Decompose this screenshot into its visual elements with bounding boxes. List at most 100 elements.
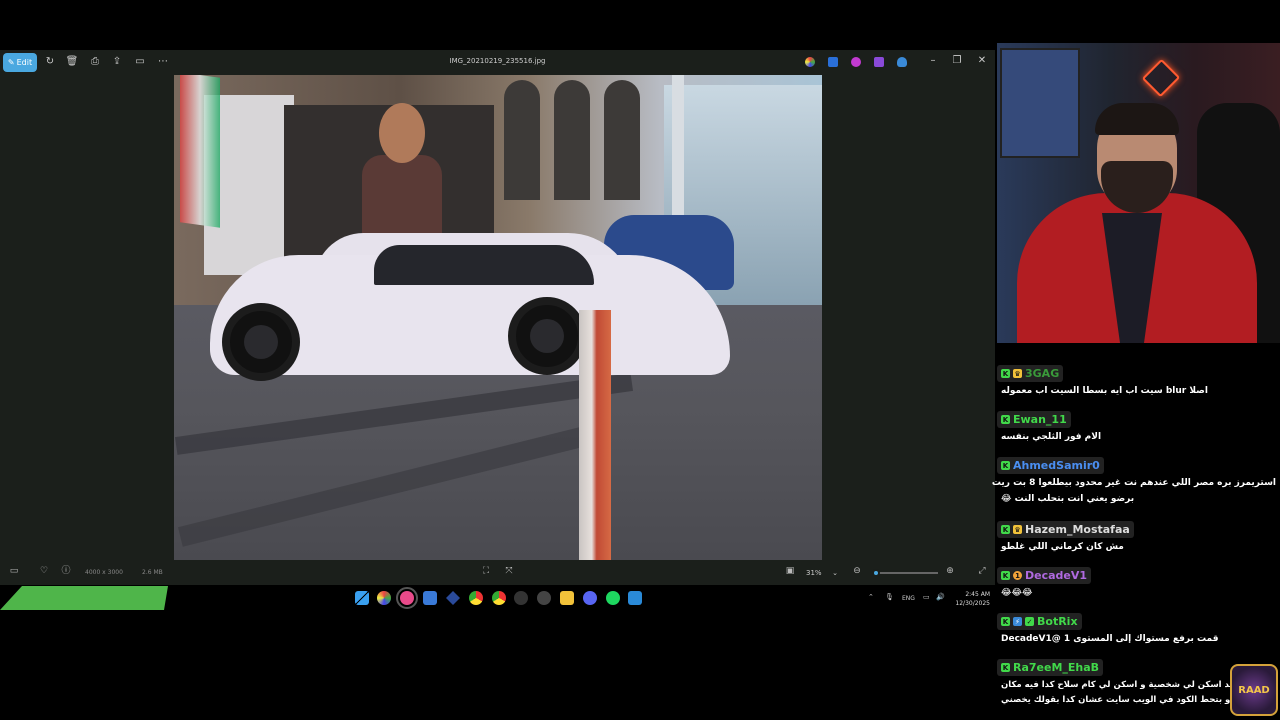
chat-text: استريمرز بره مصر اللي عندهم نت غير محدود… bbox=[991, 478, 1276, 488]
edit-button-label: Edit bbox=[16, 58, 33, 67]
more-options-icon[interactable]: ⋯ bbox=[157, 56, 169, 68]
zoom-dropdown[interactable]: 31% ⌄ bbox=[802, 566, 842, 580]
subscriber-badge-icon: ♛ bbox=[1013, 369, 1022, 378]
photo-rim bbox=[530, 319, 564, 353]
favorite-icon[interactable]: ♡ bbox=[38, 567, 50, 576]
green-overlay-bar bbox=[0, 586, 168, 610]
photo-poster-figure bbox=[362, 155, 442, 245]
kick-badge-icon: K bbox=[1001, 663, 1010, 672]
raad-logo: RAAD bbox=[1230, 664, 1278, 716]
chat-username[interactable]: 3GAG bbox=[1025, 367, 1059, 380]
aspect-icon[interactable]: ▣ bbox=[784, 567, 796, 576]
chat-message: K ♛ 3GAG اصلا blur سيت اب ايه بسطا السيت… bbox=[997, 365, 1280, 398]
chat-text: برضو يعني انت بتحلب النت 😂 bbox=[1001, 494, 1135, 504]
verified-badge-icon: ✓ bbox=[1025, 617, 1034, 626]
rotate-icon[interactable]: ↻ bbox=[44, 56, 56, 68]
designer-icon[interactable] bbox=[828, 57, 838, 67]
photo-wheel bbox=[508, 297, 586, 375]
chat-user-row: K ⚡ ✓ BotRix bbox=[997, 613, 1082, 630]
clock-time: 2:45 AM bbox=[965, 591, 990, 598]
photo-rim bbox=[244, 325, 278, 359]
clock-date: 12/30/2025 bbox=[955, 600, 990, 607]
bot-badge-icon: ⚡ bbox=[1013, 617, 1022, 626]
discord-icon[interactable] bbox=[583, 591, 597, 605]
chat-user-row: K ♛ 3GAG bbox=[997, 365, 1064, 382]
slideshow-icon[interactable]: ▭ bbox=[134, 56, 146, 68]
chat-user-row: K Ewan_11 bbox=[997, 411, 1071, 428]
app-icon[interactable] bbox=[514, 591, 528, 605]
photo-flag bbox=[180, 75, 220, 228]
zoom-in-icon[interactable]: ⊕ bbox=[944, 567, 956, 576]
fullscreen-icon[interactable]: ⤢ bbox=[976, 567, 988, 576]
chat-user-row: K ♛ Hazem_Mostafaa bbox=[997, 521, 1134, 538]
chat-text: الام فور الثلجي بنفسه bbox=[1001, 432, 1102, 442]
chat-message: K 1 DecadeV1 😂😂😂 bbox=[997, 567, 1280, 600]
chat-username[interactable]: Ewan_11 bbox=[1013, 413, 1067, 426]
share-icon[interactable]: ⇪ bbox=[111, 56, 123, 68]
actual-size-icon[interactable]: ⤧ bbox=[503, 567, 515, 576]
info-icon[interactable]: ⓘ bbox=[60, 567, 72, 576]
webcam-feed bbox=[997, 43, 1280, 343]
clock[interactable]: 2:45 AM 12/30/2025 bbox=[950, 590, 990, 608]
zoom-out-icon[interactable]: ⊖ bbox=[851, 567, 863, 576]
screen: ✎ Edit ↻ 🗑 ⎙ ⇪ ▭ ⋯ IMG_20210219_235516.j… bbox=[0, 0, 1280, 720]
chat-message: K Ewan_11 الام فور الثلجي بنفسه bbox=[997, 411, 1280, 444]
chat-user-row: K Ra7eeM_EhaB bbox=[997, 659, 1104, 676]
chrome-icon[interactable] bbox=[469, 591, 483, 605]
photo-arch bbox=[554, 80, 590, 200]
chat-username[interactable]: BotRix bbox=[1037, 615, 1078, 628]
kick-badge-icon: K bbox=[1001, 617, 1010, 626]
volume-icon[interactable]: 🔊 bbox=[936, 593, 945, 601]
chat-username[interactable]: Ra7eeM_EhaB bbox=[1013, 661, 1099, 674]
webcam-poster bbox=[1000, 48, 1080, 158]
photo-arch bbox=[604, 80, 640, 200]
file-size: 2.6 MB bbox=[142, 569, 163, 576]
obs-icon[interactable] bbox=[396, 587, 418, 609]
photo-poster-head bbox=[379, 103, 425, 163]
photo-view[interactable] bbox=[174, 75, 822, 560]
chat-text: 😂😂😂 bbox=[1001, 588, 1033, 598]
chat-text: مش كان كرماني اللي غلطو bbox=[1001, 542, 1124, 552]
pencil-icon: ✎ bbox=[7, 58, 15, 67]
chat-user-row: K 1 DecadeV1 bbox=[997, 567, 1092, 584]
start-icon[interactable] bbox=[355, 591, 369, 605]
restore-icon[interactable]: ❐ bbox=[950, 55, 964, 66]
chrome-icon[interactable] bbox=[492, 591, 506, 605]
delete-icon[interactable]: 🗑 bbox=[66, 56, 79, 68]
photo-arch bbox=[504, 80, 540, 200]
edit-button[interactable]: ✎ Edit bbox=[3, 53, 37, 72]
spotify-icon[interactable] bbox=[606, 591, 620, 605]
photos-app-window: ✎ Edit ↻ 🗑 ⎙ ⇪ ▭ ⋯ IMG_20210219_235516.j… bbox=[0, 50, 995, 585]
chat-username[interactable]: Hazem_Mostafaa bbox=[1025, 523, 1130, 536]
kick-badge-icon: K bbox=[1001, 525, 1010, 534]
close-icon[interactable]: ✕ bbox=[975, 55, 989, 66]
copilot-icon[interactable] bbox=[805, 57, 815, 67]
copilot-icon[interactable] bbox=[377, 591, 391, 605]
folder-icon[interactable] bbox=[560, 591, 574, 605]
zoom-slider-knob[interactable] bbox=[872, 569, 881, 577]
chevron-up-icon[interactable]: ⌃ bbox=[868, 593, 874, 601]
app-icon[interactable] bbox=[446, 591, 460, 605]
generate-icon[interactable] bbox=[874, 57, 884, 67]
gift-badge-icon: 1 bbox=[1013, 571, 1022, 580]
photos-icon[interactable] bbox=[628, 591, 642, 605]
filmstrip-icon[interactable]: ▭ bbox=[8, 567, 20, 576]
chat-user-row: K AhmedSamir0 bbox=[997, 457, 1104, 474]
kick-badge-icon: K bbox=[1001, 461, 1010, 470]
print-icon[interactable]: ⎙ bbox=[89, 56, 101, 68]
fit-icon[interactable]: ⛶ bbox=[480, 567, 492, 576]
zoom-slider[interactable] bbox=[872, 569, 938, 577]
chat-username[interactable]: DecadeV1 bbox=[1025, 569, 1087, 582]
network-icon[interactable]: ▭ bbox=[923, 593, 930, 601]
clipchamp-icon[interactable] bbox=[851, 57, 861, 67]
mail-icon[interactable] bbox=[423, 591, 437, 605]
chevron-down-icon: ⌄ bbox=[832, 569, 838, 577]
chat-message: K AhmedSamir0 استريمرز بره مصر اللي عنده… bbox=[991, 457, 1280, 506]
onedrive-icon[interactable] bbox=[897, 57, 907, 67]
title-bar: ✎ Edit ↻ 🗑 ⎙ ⇪ ▭ ⋯ IMG_20210219_235516.j… bbox=[0, 50, 995, 75]
chat-username[interactable]: AhmedSamir0 bbox=[1013, 459, 1100, 472]
app-icon[interactable] bbox=[537, 591, 551, 605]
language-indicator[interactable]: ENG bbox=[902, 595, 915, 602]
microphone-icon[interactable]: 🎙 bbox=[885, 593, 894, 601]
minimize-icon[interactable]: – bbox=[926, 55, 940, 66]
